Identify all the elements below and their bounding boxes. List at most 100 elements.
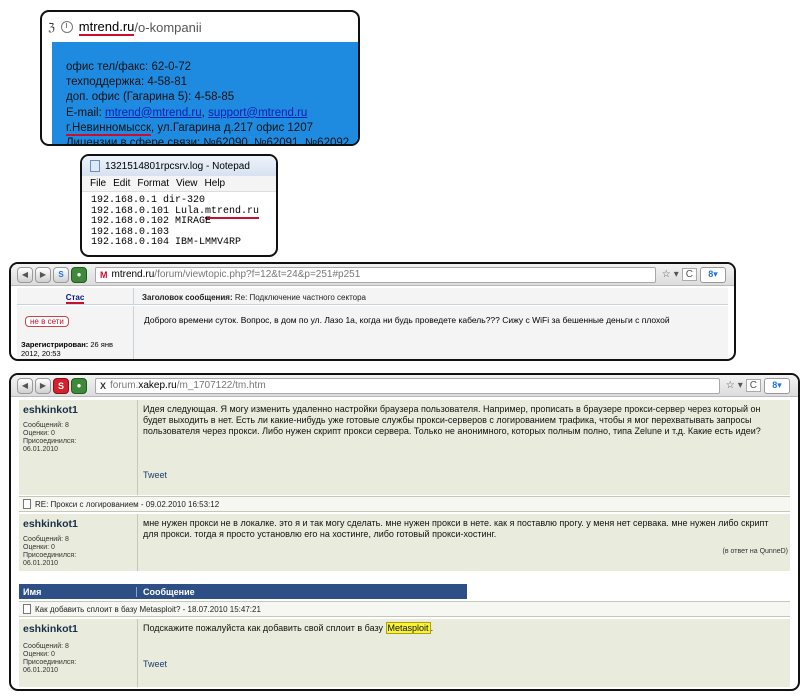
column-divider <box>137 514 138 571</box>
reply-subject: RE: Прокси с логированием - 09.02.2010 1… <box>35 499 220 509</box>
author-stats: Сообщений: 8 Оценки: 0 Присоединился: 06… <box>23 643 76 675</box>
google-search-icon[interactable]: 8▾ <box>700 266 726 283</box>
s-addon-icon[interactable]: S <box>53 377 69 394</box>
stat-joined-label: Присоединился: <box>23 438 77 445</box>
registered-label: Зарегистрирован: <box>21 340 91 349</box>
post-author[interactable]: eshkinkot1 <box>23 518 78 530</box>
thread-table-header: Имя Сообщение <box>19 584 467 599</box>
stat-joined-date: 06.01.2010 <box>23 667 59 674</box>
author-stats: Сообщений: 8 Оценки: 0 Присоединился: 06… <box>23 422 76 454</box>
licenses: Лицензии в сфере связи: №62090, №62091, … <box>66 137 350 146</box>
office-phone: офис тел/факс: 62-0-72 <box>66 61 192 73</box>
menu-format[interactable]: Format <box>137 178 169 189</box>
author-stats: Сообщений: 8 Оценки: 0 Присоединился: 06… <box>23 536 76 568</box>
post-text-main: Подскажите пожалуйста как добавить свой … <box>143 623 386 633</box>
stat-ratings: Оценки: 0 <box>23 544 55 551</box>
notepad-text-area[interactable]: 192.168.0.1 dir-320 192.168.0.101 Lula.mt… <box>82 192 276 249</box>
mtrend-forum-window: ◀ ▶ S ● M mtrend.ru /forum/viewtopic.php… <box>9 262 736 361</box>
forum-post-3: eshkinkot1 Сообщений: 8 Оценки: 0 Присое… <box>19 619 790 687</box>
notepad-title: 1321514801rpcsrv.log - Notepad <box>105 160 250 172</box>
addon-icon[interactable]: ● <box>71 377 87 394</box>
tweet-link[interactable]: Tweet <box>143 470 167 480</box>
xakep-forum-window: ◀ ▶ S ● X forum. xakep.ru/m_1707122/tm.ht… <box>9 373 800 691</box>
forward-icon[interactable]: ▶ <box>35 377 51 394</box>
email-line: E-mail: mtrend@mtrend.ru, support@mtrend… <box>66 106 358 121</box>
post-header-row: Стас Заголовок сообщения: Re: Подключени… <box>17 288 728 305</box>
skype-icon[interactable]: S <box>53 266 69 283</box>
addon-icon[interactable]: ● <box>71 266 87 283</box>
email-label: E-mail: <box>66 106 105 119</box>
notepad-titlebar: 1321514801rpcsrv.log - Notepad <box>82 156 276 176</box>
address-bar[interactable]: ℨ mtrend.ru /o-kompanii <box>42 12 358 42</box>
dropdown-icon[interactable]: ▾ <box>738 380 743 391</box>
url-prefix: forum. <box>110 380 139 391</box>
star-icon[interactable]: ☆ <box>726 380 735 391</box>
page-icon <box>23 604 31 614</box>
log-line: 192.168.0.104 IBM-LMMV4RP <box>91 237 242 249</box>
subject-cell: Заголовок сообщения: Re: Подключение час… <box>134 288 366 304</box>
address-bar[interactable]: X forum. xakep.ru/m_1707122/tm.htm <box>95 377 720 394</box>
post-author[interactable]: Стас <box>65 293 85 304</box>
street: , ул.Гагарина д.217 офис 1207 <box>151 121 313 134</box>
post-text: Идея следующая. Я могу изменить удаленно… <box>143 404 761 436</box>
column-header-message: Сообщение <box>143 586 195 597</box>
url-host: mtrend.ru <box>78 18 135 36</box>
stat-messages: Сообщений: 8 <box>23 422 69 429</box>
url-path: /m_1707122/tm.htm <box>176 380 266 391</box>
tweet-link[interactable]: Tweet <box>143 659 167 669</box>
author-cell: Стас <box>17 288 134 304</box>
notepad-window: 1321514801rpcsrv.log - Notepad File Edit… <box>80 154 278 257</box>
forum-post-1: eshkinkot1 Сообщений: 8 Оценки: 0 Присое… <box>19 400 790 495</box>
post-text-end: . <box>430 623 434 633</box>
post-text: Подскажите пожалуйста как добавить свой … <box>143 622 782 634</box>
notepad-menubar: File Edit Format View Help <box>82 176 276 192</box>
extra-office-phone: доп. офис (Гагарина 5): 4-58-85 <box>66 91 235 104</box>
column-divider <box>137 400 138 495</box>
back-icon[interactable]: ◀ <box>17 266 33 283</box>
stat-joined-label: Присоединился: <box>23 659 77 666</box>
post-message: Доброго времени суток. Вопрос, в дом по … <box>144 315 670 325</box>
reply-subject-bar: RE: Прокси с логированием - 09.02.2010 1… <box>19 496 790 512</box>
dropdown-icon[interactable]: ▾ <box>674 269 679 280</box>
post-author[interactable]: eshkinkot1 <box>23 404 78 416</box>
browser-toolbar: ◀ ▶ S ● M mtrend.ru /forum/viewtopic.php… <box>11 264 734 286</box>
post-text: мне нужен прокси не в локалке. это я и т… <box>143 518 769 539</box>
star-icon[interactable]: ☆ <box>662 269 671 280</box>
browser-toolbar: ◀ ▶ S ● X forum. xakep.ru/m_1707122/tm.ht… <box>11 375 798 397</box>
search-highlight: Metasploit <box>385 622 431 634</box>
address-bar[interactable]: M mtrend.ru /forum/viewtopic.php?f=12&t=… <box>95 266 656 283</box>
site-favicon: M <box>100 269 108 280</box>
bookmark-icon: ℨ <box>48 21 55 34</box>
menu-edit[interactable]: Edit <box>113 178 130 189</box>
city: г.Невинномысск <box>66 121 152 136</box>
stat-messages: Сообщений: 8 <box>23 536 69 543</box>
back-icon[interactable]: ◀ <box>17 377 33 394</box>
site-favicon: X <box>100 380 107 391</box>
url-host: mtrend.ru <box>111 269 155 280</box>
thread-subject-bar: Как добавить сплоит в базу Metasploit? -… <box>19 601 790 617</box>
reply-note[interactable]: (в ответ на QunneD) <box>723 548 789 555</box>
email-link-support[interactable]: support@mtrend.ru <box>208 107 307 119</box>
reload-icon[interactable]: C <box>681 268 697 281</box>
menu-view[interactable]: View <box>176 178 198 189</box>
email-link-main[interactable]: mtrend@mtrend.ru <box>105 107 202 119</box>
page-icon <box>23 499 31 509</box>
stat-joined-label: Присоединился: <box>23 552 77 559</box>
column-header-name: Имя <box>19 586 137 597</box>
contact-info-panel: офис тел/факс: 62-0-72 техподдержка: 4-5… <box>52 42 358 144</box>
forward-icon[interactable]: ▶ <box>35 266 51 283</box>
status-badge: не в сети <box>25 316 69 327</box>
stat-ratings: Оценки: 0 <box>23 430 55 437</box>
forum-post-2: eshkinkot1 Сообщений: 8 Оценки: 0 Присое… <box>19 514 790 571</box>
menu-file[interactable]: File <box>90 178 106 189</box>
url-path: /forum/viewtopic.php?f=12&t=24&p=251#p25… <box>154 269 361 280</box>
menu-help[interactable]: Help <box>205 178 226 189</box>
url-host: xakep.ru <box>138 380 177 391</box>
subject-label: Заголовок сообщения: <box>142 293 235 302</box>
notepad-icon <box>90 160 100 172</box>
stat-ratings: Оценки: 0 <box>23 651 55 658</box>
google-search-icon[interactable]: 8▾ <box>764 377 790 394</box>
reload-icon[interactable]: C <box>745 379 761 392</box>
post-author[interactable]: eshkinkot1 <box>23 623 78 635</box>
author-info: не в сети Зарегистрирован: 26 янв 2012, … <box>17 306 134 359</box>
